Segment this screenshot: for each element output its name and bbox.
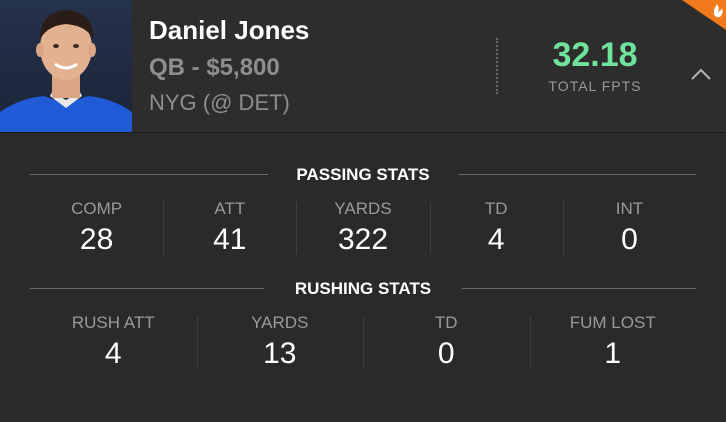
player-header: Daniel Jones QB - $5,800 NYG (@ DET) 32.… [0,0,726,133]
player-info: Daniel Jones QB - $5,800 NYG (@ DET) [149,14,309,118]
passing-stats-title: PASSING STATS [296,165,430,184]
stat-value: 0 [437,337,455,370]
stat-label: RUSH ATT [71,313,155,332]
stat-label: FUM LOST [569,313,656,332]
stat-rush-att: RUSH ATT 4 [30,312,197,372]
stat-fum-lost: FUM LOST 1 [529,312,697,372]
rushing-stats-header: RUSHING STATS [30,278,696,300]
stat-label: COMP [71,199,123,218]
player-matchup: NYG (@ DET) [149,90,290,115]
stat-label: TD [484,199,508,218]
header-divider [496,38,498,94]
stat-label: TD [434,313,458,332]
stat-att: ATT 41 [163,198,296,258]
stat-value: 41 [213,223,247,256]
rushing-stats-row: RUSH ATT 4 YARDS 13 TD 0 FUM LOST 1 [30,312,696,372]
stat-rush-yards: YARDS 13 [196,312,364,372]
stat-label: ATT [214,199,246,218]
stat-td: TD 4 [429,198,563,258]
stat-label: YARDS [251,313,309,332]
player-position-salary: QB - $5,800 [149,54,280,81]
stat-value: 4 [104,337,122,370]
chevron-up-icon[interactable] [690,66,712,82]
stat-value: 1 [604,337,622,370]
stat-label: INT [615,199,644,218]
fpts-block: 32.18 TOTAL FPTS [520,36,670,94]
fpts-value: 32.18 [552,36,638,74]
stat-label: YARDS [334,199,392,218]
stat-comp: COMP 28 [30,198,163,258]
rushing-stats-title: RUSHING STATS [294,279,432,298]
stat-yards: YARDS 322 [296,198,429,258]
stat-int: INT 0 [562,198,696,258]
stat-value: 28 [79,223,114,256]
passing-stats-header: PASSING STATS [30,164,696,186]
stat-rush-td: TD 0 [363,312,530,372]
stat-value: 13 [263,337,297,370]
stat-value: 0 [621,223,638,256]
stat-value: 4 [487,223,505,256]
stat-value: 322 [337,223,389,256]
fpts-label: TOTAL FPTS [548,78,642,94]
flame-icon [682,0,726,30]
player-name[interactable]: Daniel Jones [149,14,309,46]
passing-stats-row: COMP 28 ATT 41 YARDS 322 TD 4 INT 0 [30,198,696,258]
player-photo [0,0,132,132]
